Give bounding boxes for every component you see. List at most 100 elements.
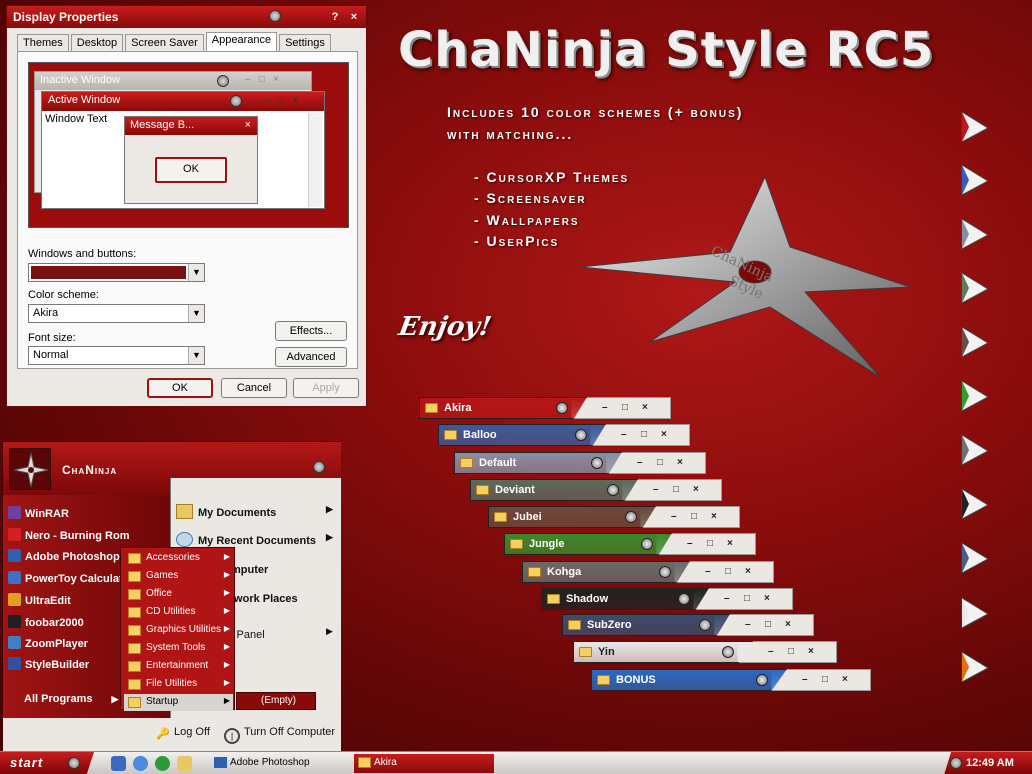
pinned-item-zoomplayer[interactable]: ZoomPlayer [8,636,88,650]
scheme-window-buttons: – □ × [656,533,756,555]
scheme-titlebar: Jungle [504,533,672,555]
maximize-icon[interactable]: □ [673,484,679,495]
log-off-button[interactable]: 🔑 Log Off [156,726,210,741]
minimize-icon[interactable]: – [705,566,711,577]
taskbar: start Adobe Photoshop Akira 12:49 AM [0,751,1032,774]
pinned-item-ultraedit[interactable]: UltraEdit [8,593,71,607]
round-icon [678,593,690,605]
cancel-button[interactable]: Cancel [221,378,287,398]
active-window-preview: Active Window – □ × Window Text Message … [41,91,325,209]
tab-screen-saver[interactable]: Screen Saver [125,34,204,51]
close-icon[interactable]: × [677,457,683,468]
my-documents-item[interactable]: My Documents ▶ [176,504,333,519]
ok-button[interactable]: OK [147,378,213,398]
maximize-icon[interactable]: □ [744,593,750,604]
taskbar-button-akira[interactable]: Akira [354,754,494,773]
font-size-select[interactable]: Normal ▼ [28,346,205,365]
apply-button[interactable]: Apply [293,378,359,398]
maximize-icon[interactable]: □ [691,511,697,522]
submenu-item-file-utilities[interactable]: File Utilities ▶ [124,676,233,693]
scheme-window-buttons: – □ × [674,561,774,583]
tab-themes[interactable]: Themes [17,34,69,51]
color-scheme-select[interactable]: Akira ▼ [28,304,205,323]
pinned-item-powertoy[interactable]: PowerToy Calculator [8,571,134,585]
pinned-item-label: WinRAR [25,508,69,520]
minimize-icon[interactable]: – [745,619,751,630]
advanced-button[interactable]: Advanced [275,347,347,367]
submenu-item-accessories[interactable]: Accessories ▶ [124,550,233,567]
maximize-icon[interactable]: □ [725,566,731,577]
close-icon[interactable]: × [711,511,717,522]
arrow-right-icon: ▶ [223,552,230,561]
taskbar-button-photoshop[interactable]: Adobe Photoshop [210,754,350,773]
maximize-icon[interactable]: □ [707,538,713,549]
close-icon[interactable]: × [642,402,648,413]
folder-icon [528,567,541,577]
internet-explorer-icon[interactable] [133,756,148,771]
user-picture [9,448,51,490]
cursor-arrow-icon [961,111,988,142]
submenu-item-cd-utilities[interactable]: CD Utilities ▶ [124,604,233,621]
submenu-item-games[interactable]: Games ▶ [124,568,233,585]
chevron-down-icon: ▼ [188,305,204,322]
tab-appearance[interactable]: Appearance [205,32,278,51]
tab-desktop[interactable]: Desktop [70,34,124,51]
startup-empty-item[interactable]: (Empty) [236,692,316,710]
close-icon[interactable]: × [661,429,667,440]
minimize-icon[interactable]: – [687,538,693,549]
turn-off-button[interactable]: | Turn Off Computer [224,726,335,744]
minimize-icon[interactable]: – [621,429,627,440]
maximize-icon[interactable]: □ [657,457,663,468]
start-label: start [10,755,44,770]
submenu-item-graphics-utilities[interactable]: Graphics Utilities ▶ [124,622,233,639]
preview-scrollbar [308,113,322,207]
effects-button[interactable]: Effects... [275,321,347,341]
start-button[interactable]: start [0,752,94,774]
my-recent-documents-item[interactable]: My Recent Documents ▶ [176,532,333,547]
close-icon[interactable]: × [808,646,814,657]
submenu-item-office[interactable]: Office ▶ [124,586,233,603]
media-player-icon[interactable] [155,756,170,771]
system-clock[interactable]: 12:49 AM [944,752,1032,774]
minimize-icon[interactable]: – [653,484,659,495]
pinned-item-label: ZoomPlayer [25,638,88,650]
minimize-icon[interactable]: – [671,511,677,522]
close-icon[interactable]: × [745,566,751,577]
arrow-right-icon: ▶ [223,660,230,669]
submenu-item-startup[interactable]: Startup ▶ [124,694,233,711]
tab-settings[interactable]: Settings [279,34,331,51]
close-icon[interactable]: × [693,484,699,495]
minimize-icon[interactable]: – [602,402,608,413]
maximize-icon[interactable]: □ [765,619,771,630]
arrow-right-icon: ▶ [326,626,333,636]
maximize-icon[interactable]: □ [622,402,628,413]
pinned-item-adobe[interactable]: Adobe Photoshop 7.0 [8,549,138,563]
maximize-icon[interactable]: □ [822,674,828,685]
close-icon[interactable]: × [785,619,791,630]
close-button[interactable]: × [346,9,362,25]
close-icon[interactable]: × [842,674,848,685]
windows-buttons-select[interactable]: ▼ [28,263,205,282]
all-programs-button[interactable]: All Programs ▶ [24,693,118,705]
minimize-icon[interactable]: – [768,646,774,657]
close-icon[interactable]: × [764,593,770,604]
help-button[interactable]: ? [327,9,343,25]
submenu-item-system-tools[interactable]: System Tools ▶ [124,640,233,657]
maximize-icon[interactable]: □ [641,429,647,440]
show-desktop-icon[interactable] [111,756,126,771]
folder-icon [547,594,560,604]
close-icon[interactable]: × [727,538,733,549]
scheme-name: Akira [444,402,472,414]
arrow-right-icon: ▶ [223,678,230,687]
maximize-icon[interactable]: □ [788,646,794,657]
folder-icon[interactable] [177,756,192,771]
minimize-icon[interactable]: – [637,457,643,468]
submenu-item-entertainment[interactable]: Entertainment ▶ [124,658,233,675]
pinned-item-winrar[interactable]: WinRAR [8,506,69,520]
minimize-icon[interactable]: – [724,593,730,604]
pinned-item-foobar2000[interactable]: foobar2000 [8,615,84,629]
pinned-item-stylebuilder[interactable]: StyleBuilder [8,657,89,671]
minimize-icon[interactable]: – [802,674,808,685]
dialog-titlebar[interactable]: Display Properties ? × [7,6,366,28]
pinned-item-nero[interactable]: Nero - Burning Rom [8,528,130,542]
